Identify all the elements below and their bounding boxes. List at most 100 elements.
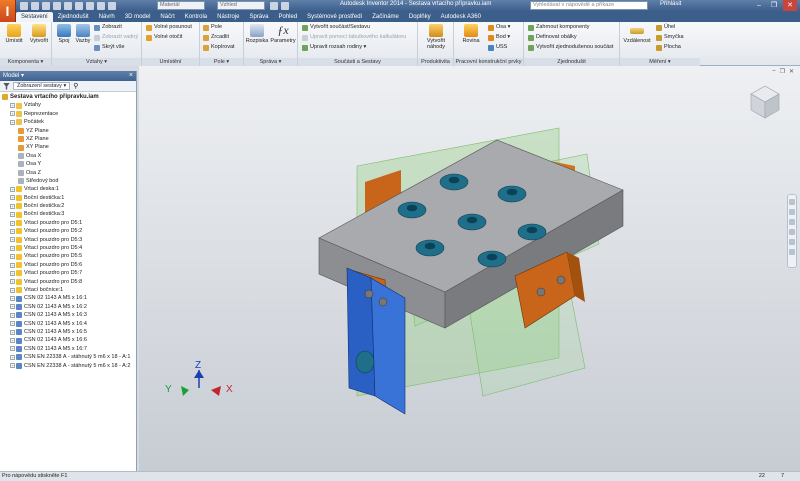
panel-title-komponenta[interactable]: Komponenta ▾	[0, 58, 51, 66]
browser-node[interactable]: XZ Plane	[2, 135, 136, 143]
zoom-icon[interactable]	[789, 219, 795, 225]
browser-node[interactable]: + Vrtací pouzdro pro D5:6	[2, 261, 136, 269]
undo-icon[interactable]	[53, 1, 61, 10]
expand-icon[interactable]: +	[10, 237, 15, 243]
create-component-button[interactable]: Vytvořit	[26, 24, 52, 44]
minimize-button[interactable]: –	[752, 0, 766, 11]
panel-title-produktivita[interactable]: Produktivita	[418, 58, 453, 66]
save-icon[interactable]	[42, 1, 50, 10]
browser-node[interactable]: YZ Plane	[2, 127, 136, 135]
find-icon[interactable]: ⚲	[73, 82, 78, 90]
hide-all-button[interactable]: Skrýt vše	[94, 44, 125, 51]
panel-title-soucasti[interactable]: Součásti a Sestavy	[298, 58, 417, 66]
expand-icon[interactable]: +	[10, 254, 15, 260]
expand-icon[interactable]: +	[10, 203, 15, 209]
bushing-side[interactable]	[355, 350, 375, 374]
expand-icon[interactable]: +	[10, 212, 15, 218]
browser-node[interactable]: + Boční destička:3	[2, 210, 136, 218]
tab-sprava[interactable]: Správa	[244, 12, 273, 22]
tab-kontrola[interactable]: Kontrola	[180, 12, 212, 22]
side-plate-front[interactable]	[346, 267, 376, 397]
browser-node[interactable]: Sestava vrtacího přípravku.iam	[2, 93, 136, 101]
free-move-button[interactable]: Volné posunout	[146, 24, 192, 31]
browser-node[interactable]: + Vrtací pouzdro pro D5:8	[2, 278, 136, 286]
expand-icon[interactable]: +	[10, 346, 15, 352]
work-axis-button[interactable]: Osa ▾	[488, 24, 510, 31]
browser-node[interactable]: + Vrtací deska:1	[2, 185, 136, 193]
work-point-button[interactable]: Bod ▾	[488, 34, 510, 41]
model-canvas[interactable]: Z Y X	[139, 66, 800, 471]
browser-node[interactable]: XY Plane	[2, 143, 136, 151]
select-icon[interactable]	[86, 1, 94, 10]
measure-icon[interactable]	[270, 1, 278, 10]
expand-icon[interactable]: +	[10, 338, 15, 344]
tab-autodesk-a360[interactable]: Autodesk A360	[436, 12, 486, 22]
browser-node[interactable]: + Vrtací pouzdro pro D5:3	[2, 236, 136, 244]
measure-loop-button[interactable]: Smyčka	[656, 34, 684, 41]
side-plate-side[interactable]	[370, 277, 406, 415]
browser-view-selector[interactable]: Zobrazení sestavy ▾	[13, 82, 71, 90]
browser-node[interactable]: + Vrtací pouzdro pro D5:1	[2, 219, 136, 227]
bushing-6[interactable]	[415, 239, 445, 257]
browser-node[interactable]: + CSN 02 1143 A M5 x 16:3	[2, 311, 136, 319]
expand-icon[interactable]: +	[10, 363, 15, 369]
expand-icon[interactable]: +	[10, 228, 15, 234]
tab-systemove-prostredi[interactable]: Systémové prostředí	[302, 12, 367, 22]
tab-zaciname[interactable]: Začínáme	[367, 12, 404, 22]
browser-node[interactable]: + Boční destička:1	[2, 194, 136, 202]
copy-button[interactable]: Kopírovat	[203, 44, 235, 51]
application-menu-button[interactable]: I	[0, 0, 16, 22]
expand-icon[interactable]: +	[10, 279, 15, 285]
home-icon[interactable]	[75, 1, 83, 10]
tab-3d-model[interactable]: 3D model	[120, 12, 156, 22]
customize-icon[interactable]	[281, 1, 289, 10]
browser-node[interactable]: Osa Z	[2, 169, 136, 177]
browser-node[interactable]: + CSN 02 1143 A M5 x 16:5	[2, 328, 136, 336]
bushing-7[interactable]	[477, 250, 507, 268]
show-button[interactable]: Zobrazit	[94, 24, 122, 31]
bom-button[interactable]: Rozpiska	[244, 24, 270, 44]
show-sick-button[interactable]: Zobrazit vadný	[94, 34, 138, 41]
panel-title-sprava[interactable]: Správa ▾	[244, 58, 297, 66]
create-ipart-button[interactable]: Vytvořit součást/Sestavu	[302, 24, 370, 31]
measure-angle-button[interactable]: Úhel	[656, 24, 675, 31]
bushing-2[interactable]	[497, 185, 527, 203]
tab-pohled[interactable]: Pohled	[273, 12, 302, 22]
ucs-button[interactable]: USS	[488, 44, 507, 51]
browser-node[interactable]: + CSN 02 1143 A M5 x 16:1	[2, 294, 136, 302]
pattern-button[interactable]: Pole	[203, 24, 222, 31]
tab-sestaveni[interactable]: Sestavení	[16, 12, 53, 22]
bushing-5[interactable]	[517, 223, 547, 241]
bushing-1[interactable]	[439, 173, 469, 191]
material-dropdown[interactable]: Materiál	[157, 1, 205, 10]
tab-nastroje[interactable]: Nástroje	[212, 12, 244, 22]
screw-right-2[interactable]	[556, 275, 566, 285]
browser-node[interactable]: + CSN EN 22338 A - stáhnutý 5 m6 x 18 - A…	[2, 362, 136, 370]
expand-icon[interactable]: +	[10, 103, 15, 109]
properties-icon[interactable]	[108, 1, 116, 10]
help-search-input[interactable]: Vyhledávat v nápovědě a příkaze	[530, 1, 648, 10]
measure-distance-button[interactable]: Vzdálenost	[622, 24, 652, 44]
browser-node[interactable]: + Vrtací bočnice:1	[2, 286, 136, 294]
edit-spreadsheet-button[interactable]: Upravit pomocí tabulkového kalkulátoru	[302, 34, 406, 41]
tab-navrh[interactable]: Návrh	[94, 12, 120, 22]
browser-node[interactable]: + Reprezentace	[2, 110, 136, 118]
tab-nacrt[interactable]: Náčrt	[155, 12, 179, 22]
expand-icon[interactable]: +	[10, 321, 15, 327]
update-icon[interactable]	[97, 1, 105, 10]
free-rotate-button[interactable]: Volné otočit	[146, 34, 182, 41]
expand-icon[interactable]: +	[10, 270, 15, 276]
appearance-dropdown[interactable]: Vzhled	[217, 1, 265, 10]
pan-icon[interactable]	[789, 209, 795, 215]
browser-node[interactable]: Středový bod	[2, 177, 136, 185]
measure-area-button[interactable]: Plocha	[656, 44, 681, 51]
close-button[interactable]: ✕	[783, 0, 797, 11]
open-icon[interactable]	[31, 1, 39, 10]
filter-icon[interactable]	[3, 82, 10, 90]
panel-title-mereni[interactable]: Měření ▾	[620, 58, 700, 66]
tab-doplnky[interactable]: Doplňky	[404, 12, 436, 22]
browser-title[interactable]: Model ▾	[3, 73, 24, 79]
panel-title-vztahy[interactable]: Vztahy ▾	[52, 58, 141, 66]
expand-icon[interactable]: +	[10, 195, 15, 201]
browser-node[interactable]: + CSN 02 1143 A M5 x 16:7	[2, 345, 136, 353]
